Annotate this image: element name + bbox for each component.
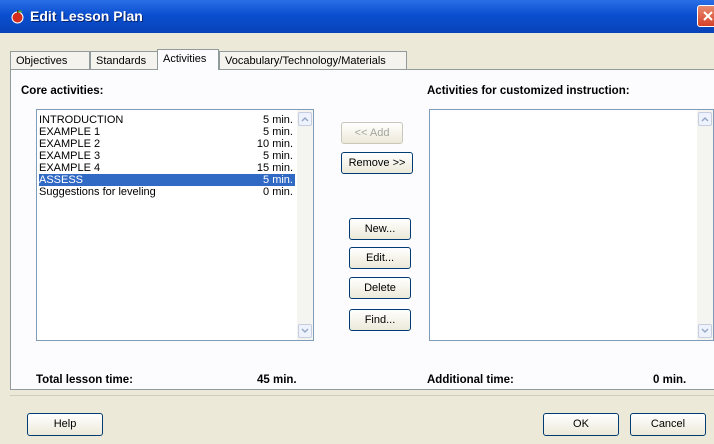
list-item-selected[interactable]: ASSESS 5 min. (39, 174, 295, 186)
total-lesson-time-value: 45 min. (257, 374, 297, 386)
activity-time: 5 min. (263, 150, 293, 162)
custom-activities-list[interactable] (429, 109, 714, 341)
total-lesson-time-label: Total lesson time: (36, 374, 133, 386)
tab-label: Activities (163, 53, 207, 65)
chevron-up-icon (701, 116, 709, 122)
list-item[interactable]: EXAMPLE 2 10 min. (39, 138, 295, 150)
chevron-up-icon (301, 116, 309, 122)
core-list-scrollbar[interactable] (297, 110, 313, 340)
close-button[interactable] (697, 5, 714, 27)
find-button[interactable]: Find... (349, 309, 411, 331)
cancel-button[interactable]: Cancel (630, 413, 706, 436)
tab-objectives[interactable]: Objectives (10, 51, 90, 69)
new-button[interactable]: New... (349, 218, 411, 240)
list-item[interactable]: Suggestions for leveling 0 min. (39, 186, 295, 198)
edit-button[interactable]: Edit... (349, 247, 411, 269)
core-activities-heading: Core activities: (21, 85, 104, 97)
tab-standards[interactable]: Standards (90, 51, 158, 69)
activity-time: 15 min. (256, 162, 293, 174)
activity-time: 5 min. (263, 114, 293, 126)
activity-time: 5 min. (263, 174, 293, 186)
scroll-down-button[interactable] (698, 324, 712, 338)
tab-label: Objectives (16, 55, 68, 67)
scroll-up-button[interactable] (698, 112, 712, 126)
list-item[interactable]: EXAMPLE 1 5 min. (39, 126, 295, 138)
remove-button[interactable]: Remove >> (341, 152, 413, 174)
list-item[interactable]: EXAMPLE 3 5 min. (39, 150, 295, 162)
activity-name: Suggestions for leveling (39, 186, 156, 198)
divider (10, 395, 714, 396)
activity-name: EXAMPLE 1 (39, 126, 101, 138)
ok-button[interactable]: OK (543, 413, 619, 436)
scroll-down-button[interactable] (298, 324, 312, 338)
tab-activities[interactable]: Activities (157, 49, 219, 70)
tab-vocabulary[interactable]: Vocabulary/Technology/Materials (219, 51, 407, 69)
close-icon (703, 11, 713, 21)
list-item[interactable]: EXAMPLE 4 15 min. (39, 162, 295, 174)
tab-label: Vocabulary/Technology/Materials (225, 55, 386, 67)
activity-time: 0 min. (263, 186, 293, 198)
custom-list-scrollbar[interactable] (697, 110, 713, 340)
additional-time-value: 0 min. (653, 374, 687, 386)
help-button[interactable]: Help (27, 413, 103, 436)
add-button[interactable]: << Add (341, 122, 403, 144)
activity-time: 10 min. (256, 138, 293, 150)
chevron-down-icon (701, 328, 709, 334)
activity-name: ASSESS (39, 174, 84, 186)
list-item[interactable]: INTRODUCTION 5 min. (39, 114, 295, 126)
activities-panel: Core activities: Activities for customiz… (10, 69, 714, 390)
apple-icon (11, 10, 24, 24)
additional-time-label: Additional time: (427, 374, 514, 386)
activity-name: INTRODUCTION (39, 114, 124, 126)
title-bar[interactable]: Edit Lesson Plan (0, 0, 714, 33)
activity-name: EXAMPLE 4 (39, 162, 101, 174)
activity-name: EXAMPLE 2 (39, 138, 101, 150)
activity-time: 5 min. (263, 126, 293, 138)
tab-label: Standards (96, 55, 147, 67)
scroll-up-button[interactable] (298, 112, 312, 126)
core-activities-list[interactable]: INTRODUCTION 5 min. EXAMPLE 1 5 min. EXAMP… (36, 109, 314, 341)
delete-button[interactable]: Delete (349, 277, 411, 299)
window-title: Edit Lesson Plan (30, 8, 143, 24)
activity-name: EXAMPLE 3 (39, 150, 101, 162)
custom-activities-heading: Activities for customized instruction: (427, 85, 630, 97)
chevron-down-icon (301, 328, 309, 334)
